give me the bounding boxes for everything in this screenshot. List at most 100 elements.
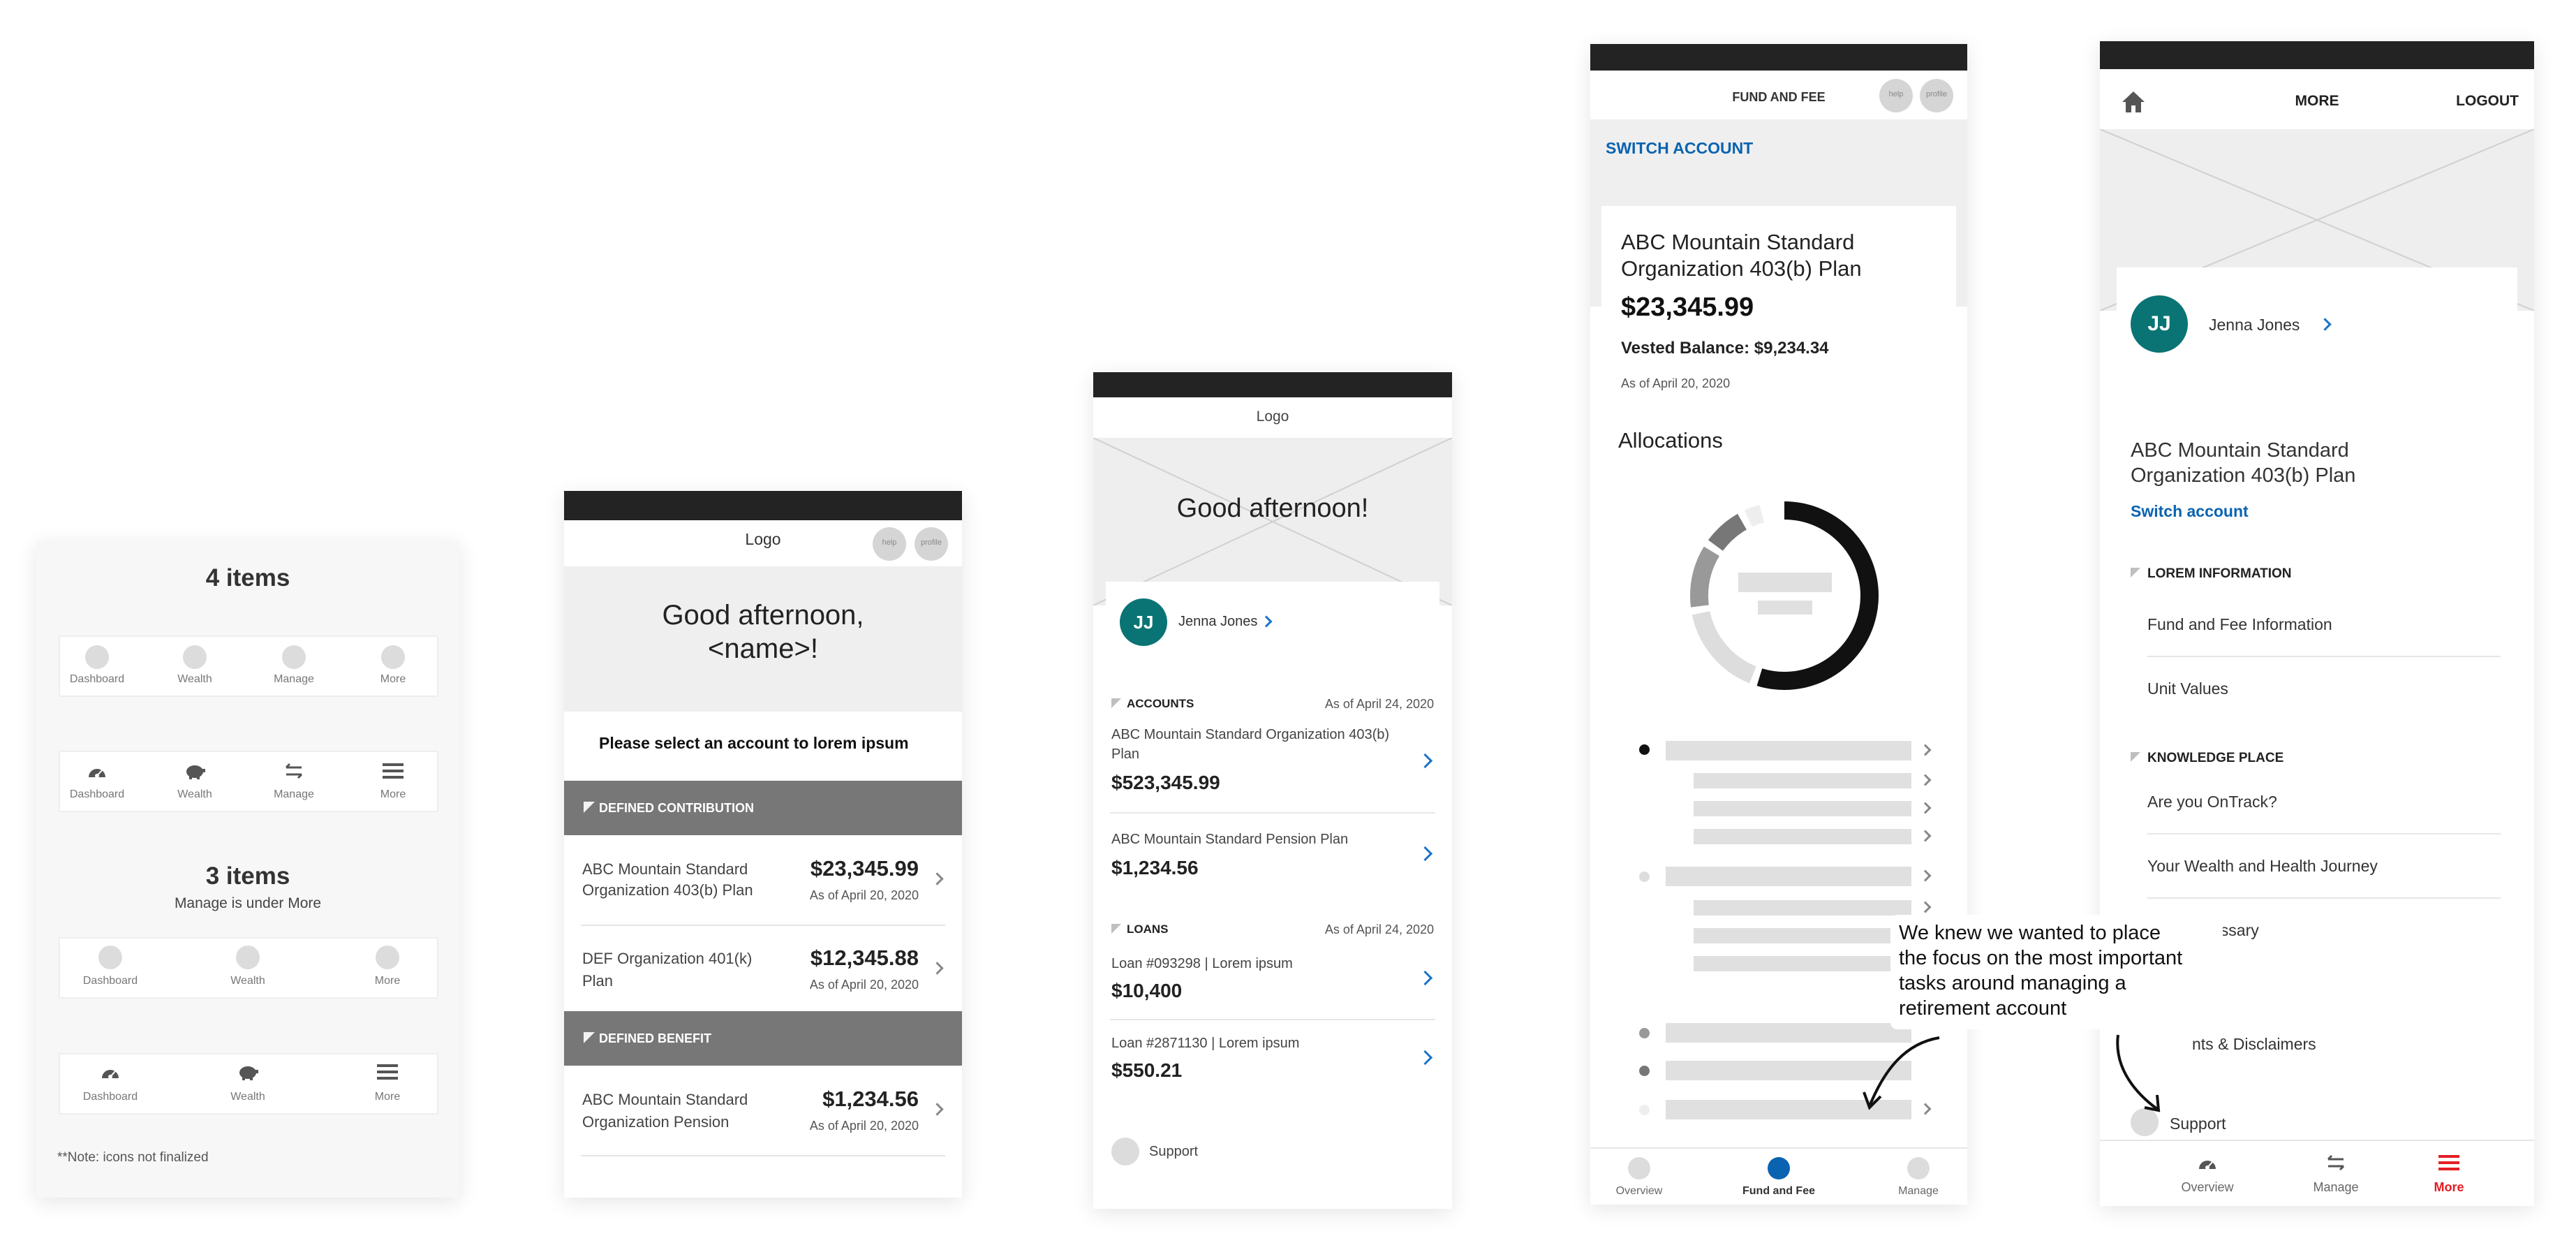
plan-balance: $23,345.99 — [1621, 293, 1754, 322]
chevron-right-icon — [931, 962, 944, 975]
chevron-right-icon — [1919, 744, 1932, 756]
dashboard-icon — [2199, 1161, 2216, 1170]
tab-bar-3-icons: Dashboard Wealth More — [59, 1053, 438, 1115]
wealth-placeholder-icon — [236, 946, 260, 969]
status-bar — [564, 491, 962, 520]
tab-fund-and-fee[interactable]: Fund and Fee — [1730, 1149, 1828, 1205]
chevron-right-icon — [1260, 615, 1273, 628]
allocation-donut-chart — [1690, 501, 1879, 690]
account-row[interactable]: ABC Mountain Standard Organization 403(b… — [1093, 719, 1452, 809]
allocation-sub-bar[interactable] — [1694, 801, 1911, 816]
bottom-tab-bar: Overview Fund and Fee Manage — [1590, 1147, 1967, 1205]
transfer-arrows-icon[interactable] — [282, 762, 306, 780]
plan-name: ABC Mountain Standard — [1621, 230, 1855, 254]
chevron-right-icon — [1919, 869, 1932, 882]
loan-row[interactable]: Loan #2871130 | Lorem ipsum $550.21 — [1093, 1019, 1452, 1093]
profile-label: profile — [921, 538, 942, 547]
help-button[interactable]: help — [1879, 79, 1913, 112]
balance-date: As of April 20, 2020 — [1621, 376, 1731, 390]
allocation-sub-bar[interactable] — [1694, 829, 1911, 844]
account-name: Plan — [582, 972, 614, 990]
account-row[interactable]: DEF Organization 401(k) Plan $12,345.88 … — [564, 925, 962, 1014]
account-amount: $523,345.99 — [1111, 772, 1220, 793]
piggy-bank-icon[interactable] — [183, 762, 207, 780]
dashboard-screen: Logo Good afternoon! JJ Jenna Jones ACCO… — [1093, 372, 1452, 1209]
avatar: JJ — [2131, 295, 2188, 353]
allocation-bar[interactable] — [1666, 867, 1911, 886]
transfer-arrows-icon — [2327, 1154, 2345, 1171]
account-row[interactable]: ABC Mountain Standard Organization 403(b… — [564, 835, 962, 925]
more-placeholder-icon — [376, 946, 399, 969]
menu-item[interactable]: Are you OnTrack? — [2147, 793, 2277, 811]
tab-label: More — [380, 673, 406, 685]
account-row[interactable]: ABC Mountain Standard Organization Pensi… — [564, 1066, 962, 1155]
logout-link[interactable]: LOGOUT — [2456, 93, 2519, 110]
chevron-right-icon — [1417, 1050, 1433, 1066]
account-name: Plan — [1111, 747, 1140, 762]
loans-date: As of April 24, 2020 — [1324, 922, 1434, 936]
tab-label: Wealth — [230, 1091, 265, 1103]
menu-icon[interactable] — [377, 1063, 398, 1081]
support-link[interactable]: Support — [1093, 1131, 1452, 1172]
flag-icon — [1111, 698, 1121, 708]
divider — [2147, 656, 2501, 657]
profile-button[interactable]: profile — [1920, 79, 1953, 112]
user-row[interactable]: JJ Jenna Jones — [2117, 267, 2517, 353]
tab-overview[interactable]: Overview — [2166, 1141, 2249, 1206]
account-name: ABC Mountain Standard Pension Plan — [1111, 832, 1349, 847]
plan-name: ABC Mountain Standard — [2131, 439, 2349, 462]
status-bar — [1093, 372, 1452, 397]
allocation-sub-bar[interactable] — [1694, 900, 1911, 916]
allocation-sub-bar[interactable] — [1694, 928, 1911, 943]
greeting-line1: Good afternoon, — [662, 600, 864, 631]
accounts-date: As of April 24, 2020 — [1324, 697, 1434, 711]
account-row[interactable]: ABC Mountain Standard Pension Plan $1,23… — [1093, 812, 1452, 889]
bottom-tab-bar: Overview Manage More — [2100, 1140, 2534, 1206]
vested-balance: Vested Balance: $9,234.34 — [1621, 339, 1829, 358]
tab-label: Wealth — [177, 673, 212, 685]
tab-label: Manage — [2313, 1180, 2359, 1194]
account-name: Organization 403(b) Plan — [582, 881, 753, 899]
section-title: LOREM INFORMATION — [2147, 566, 2292, 581]
tab-manage[interactable]: Manage — [2294, 1141, 2378, 1206]
annotation-line: We knew we wanted to place — [1899, 922, 2161, 944]
tab-overview[interactable]: Overview — [1597, 1149, 1681, 1205]
allocation-bar[interactable] — [1666, 741, 1911, 760]
account-select-screen: Logo help profile Good afternoon, <name>… — [564, 491, 962, 1198]
tab-label: More — [374, 1091, 401, 1103]
tab-label: Manage — [274, 788, 314, 800]
menu-item[interactable]: nts & Disclaimers — [2192, 1035, 2316, 1054]
avatar-initials: JJ — [1133, 612, 1154, 633]
switch-account-link[interactable]: SWITCH ACCOUNT — [1606, 139, 1753, 158]
chevron-right-icon — [1417, 753, 1433, 769]
menu-item[interactable]: Unit Values — [2147, 679, 2228, 698]
status-bar — [2100, 41, 2534, 69]
chevron-right-icon — [1919, 802, 1932, 814]
tab-bar-4-icons: Dashboard Wealth Manage More — [59, 751, 438, 812]
dashboard-icon[interactable] — [100, 1063, 121, 1081]
piggy-bank-icon[interactable] — [236, 1063, 260, 1081]
menu-icon[interactable] — [383, 762, 404, 780]
tab-options-panel: 4 items Dashboard Wealth Manage More Das… — [36, 541, 459, 1198]
help-button[interactable]: help — [873, 527, 906, 561]
allocation-sub-bar[interactable] — [1694, 956, 1911, 971]
tab-label: Dashboard — [69, 673, 125, 685]
menu-item[interactable]: Your Wealth and Health Journey — [2147, 857, 2378, 876]
tab-label: More — [374, 975, 401, 987]
plan-name: Organization 403(b) Plan — [2131, 464, 2356, 487]
dashboard-icon[interactable] — [87, 762, 108, 780]
menu-item[interactable]: Fund and Fee Information — [2147, 615, 2332, 634]
switch-account-link[interactable]: Switch account — [2131, 502, 2249, 521]
greeting-line2: <name>! — [708, 633, 818, 664]
allocation-sub-bar[interactable] — [1694, 773, 1911, 788]
tab-manage[interactable]: Manage — [1877, 1149, 1960, 1205]
tab-label: Wealth — [230, 975, 265, 987]
tab-more[interactable]: More — [2407, 1141, 2491, 1206]
profile-button[interactable]: profile — [915, 527, 948, 561]
help-label: help — [1888, 90, 1904, 98]
user-card[interactable]: JJ Jenna Jones — [1106, 582, 1439, 649]
section-defined-benefit: DEFINED BENEFIT — [564, 1011, 962, 1066]
loan-row[interactable]: Loan #093298 | Lorem ipsum $10,400 — [1093, 945, 1452, 1019]
legend-dot — [1639, 872, 1650, 882]
section-defined-contribution: DEFINED CONTRIBUTION — [564, 781, 962, 835]
